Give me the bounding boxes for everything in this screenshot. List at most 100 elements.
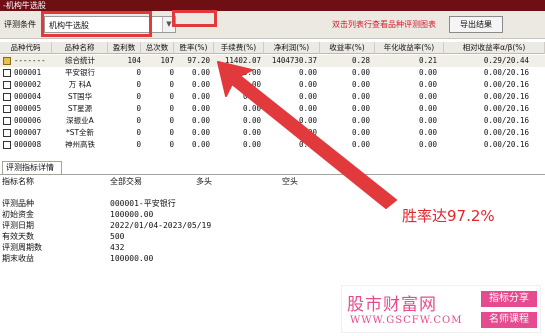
column-header[interactable]: 品种代码 bbox=[0, 42, 52, 54]
cell-profit: 0 bbox=[136, 104, 141, 113]
condition-select[interactable]: 机构牛选股 ▼ bbox=[44, 16, 176, 33]
watermark-tag-courses: 名师课程 bbox=[481, 312, 537, 328]
cell-total: 0 bbox=[169, 128, 174, 137]
cell-win: 0.00 bbox=[191, 80, 210, 89]
detail-header: 指标名称 全部交易 多头 空头 bbox=[0, 176, 545, 188]
column-header[interactable]: 相对收益率α/β(%) bbox=[444, 42, 545, 54]
window-title: -机构牛选股 bbox=[0, 0, 545, 11]
column-header[interactable]: 年化收益率(%) bbox=[375, 42, 444, 54]
cell-name: 万 科A bbox=[68, 80, 92, 89]
cell-fee: 11402.07 bbox=[224, 56, 261, 65]
cell-code: 000001 bbox=[14, 68, 42, 77]
checkbox[interactable] bbox=[3, 129, 11, 137]
detail-key: 评测日期 bbox=[2, 221, 34, 230]
divider bbox=[0, 174, 545, 175]
cell-total: 107 bbox=[160, 56, 174, 65]
cell-annual: 0.00 bbox=[418, 140, 437, 149]
cell-ret: 0.00 bbox=[351, 104, 370, 113]
watermark-logo: 股市财富网 WWW.GSCFW.COM 指标分享 名师课程 bbox=[341, 285, 541, 333]
cell-total: 0 bbox=[169, 68, 174, 77]
tab-detail[interactable]: 评测指标详情 bbox=[2, 161, 62, 174]
detail-item: 初始资金 100000.00 bbox=[0, 209, 260, 220]
cell-code: 000006 bbox=[14, 116, 42, 125]
cell-fee: 0.00 bbox=[242, 68, 261, 77]
cell-profit: 0 bbox=[136, 68, 141, 77]
cell-name: 深振业A bbox=[66, 116, 94, 125]
cell-win: 0.00 bbox=[191, 68, 210, 77]
table-row[interactable]: 000007 *ST全新 0 0 0.00 0.00 0.00 0.00 0.00 0.00/20… bbox=[0, 127, 545, 139]
detail-key: 评测周期数 bbox=[2, 243, 42, 252]
table-row[interactable]: 000004 ST国华 0 0 0.00 0.00 0.00 0.00 0.00 0.00/20.… bbox=[0, 91, 545, 103]
table-row[interactable]: 000008 神州高铁 0 0 0.00 0.00 0.00 0.00 0.00 0.00/20.… bbox=[0, 139, 545, 151]
watermark-url: WWW.GSCFW.COM bbox=[350, 315, 463, 326]
cell-rel: 0.00/20.16 bbox=[483, 116, 529, 125]
cell-total: 0 bbox=[169, 140, 174, 149]
column-header[interactable]: 总次数 bbox=[141, 42, 174, 54]
table-row[interactable]: 000002 万 科A 0 0 0.00 0.00 0.00 0.00 0.00 0.00/20.… bbox=[0, 79, 545, 91]
cell-annual: 0.00 bbox=[418, 116, 437, 125]
cell-rel: 0.00/20.16 bbox=[483, 92, 529, 101]
cell-win: 0.00 bbox=[191, 92, 210, 101]
folder-icon[interactable] bbox=[3, 57, 11, 65]
checkbox[interactable] bbox=[3, 105, 11, 113]
detail-key: 有效天数 bbox=[2, 232, 34, 241]
cell-profit: 0 bbox=[136, 92, 141, 101]
detail-value: 100000.00 bbox=[110, 254, 154, 263]
column-header[interactable]: 手续费(%) bbox=[214, 42, 264, 54]
column-header[interactable]: 净利润(%) bbox=[264, 42, 320, 54]
table-row[interactable]: ------- 综合统计 104 107 97.20 11402.07 1404730.37… bbox=[0, 55, 545, 67]
cell-code: 000004 bbox=[14, 92, 42, 101]
cell-rel: 0.00/20.16 bbox=[483, 104, 529, 113]
cell-fee: 0.00 bbox=[242, 80, 261, 89]
cell-total: 0 bbox=[169, 80, 174, 89]
cell-win: 97.20 bbox=[187, 56, 210, 65]
table-row[interactable]: 000001 平安银行 0 0 0.00 0.00 0.00 0.00 0.00 0.00/20.… bbox=[0, 67, 545, 79]
detail-header-long: 多头 bbox=[196, 177, 212, 186]
cell-ret: 0.00 bbox=[351, 68, 370, 77]
cell-net: 0.00 bbox=[298, 80, 317, 89]
cell-profit: 104 bbox=[127, 56, 141, 65]
cell-rel: 0.29/20.44 bbox=[483, 56, 529, 65]
cell-rel: 0.00/20.16 bbox=[483, 80, 529, 89]
cell-annual: 0.00 bbox=[418, 104, 437, 113]
checkbox[interactable] bbox=[3, 81, 11, 89]
checkbox[interactable] bbox=[3, 141, 11, 149]
detail-value: 100000.00 bbox=[110, 210, 154, 219]
cell-name: 平安银行 bbox=[65, 68, 95, 77]
results-table: 品种代码 品种名称 盈利数 总次数 胜率(%) 手续费(%) 净利润(%) 收益… bbox=[0, 42, 545, 152]
detail-key: 初始资金 bbox=[2, 210, 34, 219]
watermark-tag-indicators: 指标分享 bbox=[481, 291, 537, 307]
column-header[interactable]: 盈利数 bbox=[108, 42, 141, 54]
cell-ret: 0.00 bbox=[351, 140, 370, 149]
cell-fee: 0.00 bbox=[242, 140, 261, 149]
column-header[interactable]: 胜率(%) bbox=[174, 42, 214, 54]
cell-ret: 0.28 bbox=[351, 56, 370, 65]
cell-net: 1404730.37 bbox=[271, 56, 317, 65]
cell-name: 神州高铁 bbox=[65, 140, 95, 149]
checkbox[interactable] bbox=[3, 69, 11, 77]
cell-annual: 0.00 bbox=[418, 128, 437, 137]
cell-win: 0.00 bbox=[191, 140, 210, 149]
column-header[interactable]: 品种名称 bbox=[52, 42, 108, 54]
cell-fee: 0.00 bbox=[242, 128, 261, 137]
cell-net: 0.00 bbox=[298, 104, 317, 113]
detail-item: 评测日期 2022/01/04-2023/05/19 bbox=[0, 220, 260, 231]
detail-header-name: 指标名称 bbox=[2, 177, 34, 186]
win-rate-annotation: 胜率达97.2% bbox=[402, 207, 495, 225]
checkbox[interactable] bbox=[3, 93, 11, 101]
column-header[interactable]: 收益率(%) bbox=[320, 42, 375, 54]
condition-label: 评测条件 bbox=[4, 20, 36, 29]
detail-key: 期末收益 bbox=[2, 254, 34, 263]
cell-name: *ST全新 bbox=[65, 128, 95, 137]
checkbox[interactable] bbox=[3, 117, 11, 125]
table-row[interactable]: 000006 深振业A 0 0 0.00 0.00 0.00 0.00 0.00 0.00/20.… bbox=[0, 115, 545, 127]
cell-profit: 0 bbox=[136, 140, 141, 149]
toolbar: 评测条件 机构牛选股 ▼ 双击列表行查看品种评测图表 导出结果 bbox=[0, 11, 545, 39]
chevron-down-icon[interactable]: ▼ bbox=[162, 17, 175, 32]
condition-value: 机构牛选股 bbox=[49, 21, 89, 30]
cell-net: 0.00 bbox=[298, 116, 317, 125]
cell-profit: 0 bbox=[136, 80, 141, 89]
table-row[interactable]: 000005 ST星源 0 0 0.00 0.00 0.00 0.00 0.00 0.00/20.… bbox=[0, 103, 545, 115]
export-button[interactable]: 导出结果 bbox=[449, 16, 503, 33]
cell-fee: 0.00 bbox=[242, 116, 261, 125]
